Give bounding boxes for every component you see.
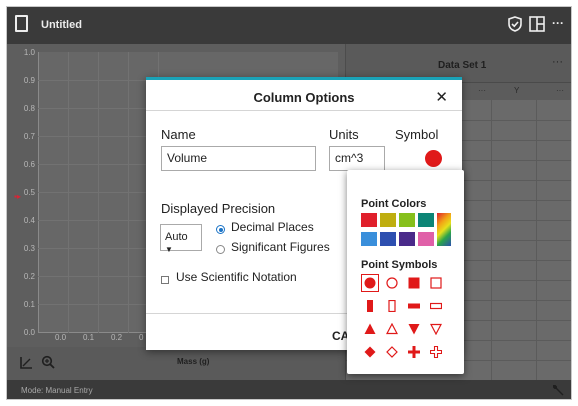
x-tick-label: 0.2: [111, 333, 123, 342]
x-tick-label: 0.0: [55, 333, 67, 342]
color-swatch-pink[interactable]: [418, 232, 434, 246]
y-tick-label: 0.2: [23, 272, 35, 281]
column-menu-icon[interactable]: ···: [478, 86, 486, 95]
y-axis-marker-icon[interactable]: ▪▸: [14, 192, 21, 201]
filled-plus-icon[interactable]: [405, 343, 423, 361]
document-title[interactable]: Untitled: [41, 19, 82, 31]
x-axis-label[interactable]: Mass (g): [177, 357, 209, 366]
zoom-icon[interactable]: [41, 355, 55, 370]
symbol-picker-button[interactable]: [425, 150, 442, 167]
grid-line: [128, 52, 129, 333]
open-tall-rect-icon[interactable]: [383, 297, 401, 315]
filled-triangle-down-icon[interactable]: [405, 320, 423, 338]
graph-toolbar: [7, 347, 345, 380]
x-tick-label: 0.1: [83, 333, 95, 342]
filled-tall-rect-icon[interactable]: [361, 297, 379, 315]
column-header-y[interactable]: Y: [514, 86, 519, 95]
filled-circle-icon[interactable]: [361, 274, 379, 292]
color-swatch-red[interactable]: [361, 213, 377, 227]
open-triangle-up-icon[interactable]: [383, 320, 401, 338]
decimal-places-label[interactable]: Decimal Places: [231, 220, 314, 234]
wrench-icon[interactable]: [551, 383, 565, 397]
close-icon[interactable]: ✕: [435, 88, 448, 106]
status-bar: Mode: Manual Entry: [7, 380, 571, 399]
symbol-picker-popup: Point Colors Point Symbols: [347, 170, 464, 374]
y-tick-label: 0.8: [23, 104, 35, 113]
y-tick-label: 0.9: [23, 76, 35, 85]
color-swatch-olive[interactable]: [380, 213, 396, 227]
units-field[interactable]: cm^3: [329, 146, 385, 171]
name-label: Name: [161, 127, 196, 142]
y-tick-label: 0.7: [23, 132, 35, 141]
grid-line: [68, 52, 69, 333]
open-square-icon[interactable]: [427, 274, 445, 292]
shield-check-icon[interactable]: [506, 15, 524, 33]
color-swatch-navy[interactable]: [380, 232, 396, 246]
radio-decimal-places[interactable]: [216, 225, 225, 234]
precision-label: Displayed Precision: [161, 201, 276, 216]
color-swatch-blue[interactable]: [361, 232, 377, 246]
data-set-menu-icon[interactable]: ···: [552, 56, 563, 68]
filled-wide-rect-icon[interactable]: [405, 297, 423, 315]
point-symbols-title: Point Symbols: [361, 259, 438, 271]
divider: [146, 110, 462, 111]
column-menu-icon[interactable]: ···: [556, 86, 564, 95]
y-tick-label: 0.4: [23, 216, 35, 225]
filled-triangle-up-icon[interactable]: [361, 320, 379, 338]
title-bar: Untitled ···: [7, 7, 571, 44]
data-set-title[interactable]: Data Set 1: [438, 60, 486, 71]
grid-line: [98, 52, 99, 333]
app-window: Untitled ··· 1.0 0.9 0.8 0.7 0.6 0.5 0.4…: [6, 6, 572, 400]
scientific-notation-checkbox[interactable]: [161, 276, 169, 284]
precision-select-value: Auto: [165, 231, 188, 243]
precision-select[interactable]: Auto ▼: [160, 224, 202, 254]
y-tick-label: 0.3: [23, 244, 35, 253]
custom-color-icon[interactable]: [437, 213, 451, 246]
x-tick-label: 0: [139, 333, 144, 342]
name-field[interactable]: Volume: [161, 146, 316, 171]
mode-indicator: Mode: Manual Entry: [21, 386, 93, 395]
open-diamond-icon[interactable]: [383, 343, 401, 361]
filled-square-icon[interactable]: [405, 274, 423, 292]
open-triangle-down-icon[interactable]: [427, 320, 445, 338]
scientific-notation-label[interactable]: Use Scientific Notation: [176, 270, 297, 284]
units-label: Units: [329, 127, 359, 142]
chevron-down-icon: ▼: [165, 245, 173, 254]
color-swatch-green[interactable]: [399, 213, 415, 227]
point-colors-title: Point Colors: [361, 198, 427, 210]
y-tick-label: 0.0: [23, 328, 35, 337]
color-swatch-purple[interactable]: [399, 232, 415, 246]
layout-grid-icon[interactable]: [528, 15, 546, 33]
y-tick-label: 0.6: [23, 160, 35, 169]
y-tick-label: 0.1: [23, 300, 35, 309]
open-plus-icon[interactable]: [427, 343, 445, 361]
significant-figures-label[interactable]: Significant Figures: [231, 240, 330, 254]
radio-significant-figures[interactable]: [216, 245, 225, 254]
y-tick-label: 1.0: [23, 48, 35, 57]
filled-diamond-icon[interactable]: [361, 343, 379, 361]
chart-scale-icon[interactable]: [19, 356, 33, 370]
open-wide-rect-icon[interactable]: [427, 297, 445, 315]
dialog-title: Column Options: [253, 90, 355, 105]
open-circle-icon[interactable]: [383, 274, 401, 292]
document-icon[interactable]: [15, 15, 28, 32]
color-swatch-teal[interactable]: [418, 213, 434, 227]
symbol-label: Symbol: [395, 127, 439, 142]
ellipsis-icon[interactable]: ···: [552, 16, 570, 34]
